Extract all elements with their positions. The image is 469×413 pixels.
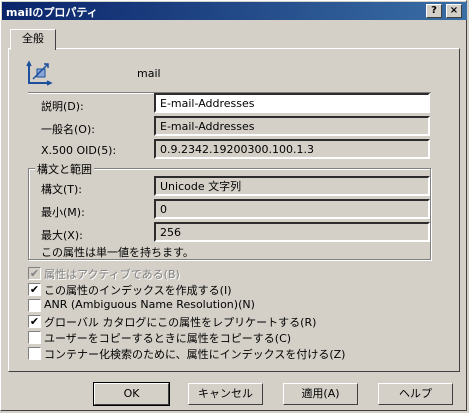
oid-label: X.500 OID(5):: [41, 144, 117, 157]
index-checkbox[interactable]: ✔: [28, 283, 41, 296]
active-checkbox-label: 属性はアクティブである(B): [44, 268, 180, 281]
ok-button[interactable]: OK: [93, 382, 170, 406]
syntax-range-title: 構文と範囲: [35, 161, 94, 177]
active-checkbox: ✔: [28, 267, 41, 280]
anr-checkbox[interactable]: [28, 299, 41, 312]
title-bar: mailのプロパティ ? ×: [2, 2, 467, 20]
properties-dialog: mailのプロパティ ? × 全般 mail 説明(D): E-mail-Add…: [0, 0, 467, 411]
global-catalog-checkbox[interactable]: ✔: [28, 315, 41, 328]
apply-button[interactable]: 適用(A): [283, 383, 358, 405]
anr-checkbox-label[interactable]: ANR (Ambiguous Name Resolution)(N): [44, 298, 255, 311]
oid-field: 0.9.2342.19200300.100.1.3: [154, 139, 430, 159]
syntax-label: 構文(T):: [41, 183, 83, 196]
max-label: 最大(X):: [41, 229, 83, 242]
common-name-label: 一般名(O):: [41, 123, 95, 136]
container-index-checkbox[interactable]: [28, 347, 41, 360]
max-field: 256: [154, 222, 430, 242]
syntax-field: Unicode 文字列: [154, 176, 430, 196]
common-name-field: E-mail-Addresses: [154, 116, 430, 136]
help-title-button[interactable]: ?: [426, 4, 442, 18]
cancel-button[interactable]: キャンセル: [188, 383, 263, 405]
index-checkbox-label[interactable]: この属性のインデックスを作成する(I): [44, 282, 232, 298]
tab-general[interactable]: 全般: [10, 29, 56, 50]
description-label: 説明(D):: [41, 100, 84, 113]
global-catalog-checkbox-label[interactable]: グローバル カタログにこの属性をレプリケートする(R): [44, 314, 316, 330]
copy-attribute-checkbox-label[interactable]: ユーザーをコピーするときに属性をコピーする(C): [44, 330, 291, 346]
description-input[interactable]: E-mail-Addresses: [154, 93, 430, 113]
object-name: mail: [137, 67, 161, 80]
window-title: mailのプロパティ: [6, 6, 98, 19]
attribute-icon: [26, 60, 53, 86]
tab-general-label: 全般: [22, 32, 44, 45]
single-value-note: この属性は単一値を持ちます。: [41, 246, 194, 259]
min-field: 0: [154, 199, 430, 219]
close-button[interactable]: ×: [446, 4, 462, 18]
copy-attribute-checkbox[interactable]: [28, 331, 41, 344]
min-label: 最小(M):: [41, 206, 85, 219]
container-index-checkbox-label[interactable]: コンテナー化検索のために、属性にインデックスを付ける(Z): [44, 346, 345, 362]
help-button[interactable]: ヘルプ: [378, 383, 453, 405]
